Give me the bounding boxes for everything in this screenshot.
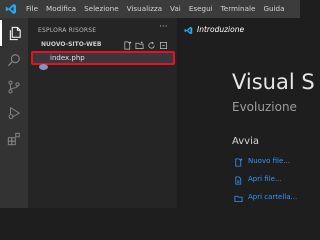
new-file-link[interactable]: Nuovo file... [234, 156, 290, 167]
php-file-icon [39, 55, 48, 70]
editor-area: Introduzione Visual S Evoluzione Avvia N… [177, 18, 315, 208]
vscode-logo-icon [0, 0, 22, 18]
menu-help[interactable]: Guida [259, 0, 288, 18]
refresh-icon[interactable] [147, 41, 156, 50]
activity-bar [0, 18, 28, 208]
more-actions-button[interactable]: ··· [159, 22, 168, 32]
chevron-down-icon [32, 42, 40, 56]
menu-edit[interactable]: Modifica [42, 0, 80, 18]
new-file-icon [234, 152, 243, 171]
folder-name: NUOVO-SITO-WEB [41, 41, 102, 48]
open-file-link[interactable]: Apri file... [234, 174, 282, 185]
open-file-label: Apri file... [248, 175, 282, 183]
new-file-label: Nuovo file... [248, 157, 290, 165]
tab-label: Introduzione [197, 24, 245, 34]
file-item-index-php[interactable]: index.php [31, 51, 175, 70]
search-icon[interactable] [0, 47, 28, 73]
open-folder-icon [234, 188, 243, 207]
explorer-icon[interactable] [0, 20, 28, 46]
open-file-icon [234, 170, 243, 189]
extensions-icon[interactable] [0, 126, 28, 152]
file-name: index.php [50, 54, 85, 62]
source-control-icon[interactable] [0, 74, 28, 100]
start-heading: Avvia [232, 136, 259, 147]
menu-run[interactable]: Esegui [185, 0, 217, 18]
open-folder-link[interactable]: Apri cartella... [234, 192, 297, 202]
menu-terminal[interactable]: Terminale [217, 0, 260, 18]
open-folder-label: Apri cartella... [248, 193, 298, 201]
tab-introduzione[interactable]: Introduzione [177, 18, 300, 40]
menu-file[interactable]: File [22, 0, 42, 18]
welcome-subtitle: Evoluzione [232, 100, 297, 114]
vscode-welcome-icon [184, 20, 193, 39]
new-file-icon[interactable] [123, 41, 132, 50]
menu-selection[interactable]: Selezione [80, 0, 123, 18]
explorer-panel: ESPLORA RISORSE ··· NUOVO-SITO-WEB index… [28, 18, 177, 208]
collapse-all-icon[interactable] [159, 41, 168, 50]
menu-bar: File Modifica Selezione Visualizza Vai E… [0, 0, 300, 18]
tab-bar: Introduzione [177, 18, 300, 40]
run-debug-icon[interactable] [0, 100, 28, 126]
menu-go[interactable]: Vai [166, 0, 185, 18]
explorer-title: ESPLORA RISORSE [38, 27, 97, 34]
new-folder-icon[interactable] [135, 41, 144, 50]
menu-view[interactable]: Visualizza [123, 0, 166, 18]
welcome-title: Visual S [232, 70, 315, 94]
